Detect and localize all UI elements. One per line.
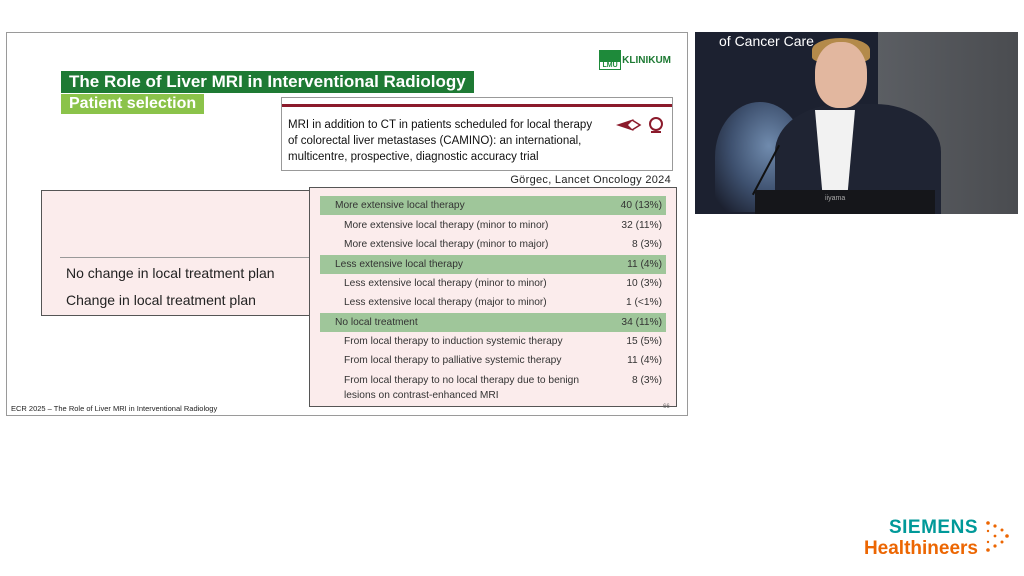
label-no-change: No change in local treatment plan — [66, 265, 275, 281]
speaker-video: of Cancer Care iiyama — [695, 32, 1018, 214]
page-number: 66 — [663, 404, 670, 410]
table-row: Less extensive local therapy 11 (4%) — [320, 255, 666, 274]
table-row: From local therapy to palliative systemi… — [344, 355, 662, 366]
table-row: More extensive local therapy 40 (13%) — [320, 196, 666, 215]
table-row: Less extensive local therapy (major to m… — [344, 297, 662, 308]
table-row: Less extensive local therapy (minor to m… — [344, 278, 662, 289]
slide-footer: ECR 2025 – The Role of Liver MRI in Inte… — [11, 404, 218, 413]
citation: Görgec, Lancet Oncology 2024 — [510, 174, 671, 186]
slide-subtitle: Patient selection — [61, 94, 205, 114]
healthineers-dots-icon — [986, 521, 1009, 552]
podium: iiyama — [755, 190, 935, 214]
label-change: Change in local treatment plan — [66, 292, 256, 308]
slide-title: The Role of Liver MRI in Interventional … — [61, 71, 474, 93]
siemens-healthineers-logo: SIEMENS Healthineers — [863, 517, 978, 560]
seal-icon — [649, 117, 663, 133]
table-row: lesions on contrast-enhanced MRI — [344, 390, 499, 401]
divider — [282, 104, 672, 107]
divider — [60, 257, 324, 258]
paper-title: MRI in addition to CT in patients schedu… — [288, 119, 593, 163]
video-banner-text: of Cancer Care — [719, 33, 814, 49]
paper-reference-box: MRI in addition to CT in patients schedu… — [281, 97, 673, 171]
table-row: More extensive local therapy (minor to m… — [344, 239, 662, 250]
plan-change-panel: No change in local treatment plan Change… — [41, 190, 325, 316]
results-table: More extensive local therapy 40 (13%) Mor… — [309, 187, 677, 407]
table-row: More extensive local therapy (minor to m… — [344, 220, 662, 231]
presentation-slide: LMU KLINIKUM The Role of Liver MRI in In… — [6, 32, 688, 416]
lmu-klinikum-logo: LMU KLINIKUM — [599, 50, 671, 70]
table-row: From local therapy to induction systemic… — [344, 336, 662, 347]
speaker-head — [815, 42, 867, 108]
arrow-icon — [616, 119, 642, 131]
paper-icons — [614, 116, 664, 134]
table-row: No local treatment 34 (11%) — [320, 313, 666, 332]
